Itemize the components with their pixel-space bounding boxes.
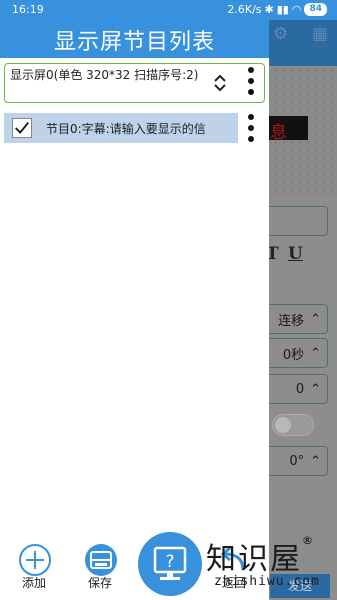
- bg-mode-select[interactable]: 连移 ⌃: [262, 304, 328, 334]
- bg-led-preview-text: 息: [270, 123, 287, 143]
- registered-mark: ®: [302, 534, 313, 547]
- wifi-icon: ◠: [291, 3, 302, 16]
- watermark-url: zhishiwu.com: [214, 574, 320, 589]
- save-label: 保存: [87, 576, 112, 590]
- bg-duration-value: 0秒: [282, 347, 305, 363]
- screen-list-item[interactable]: 显示屏0(单色 320*32 扫描序号:2): [4, 63, 265, 103]
- program-more-menu-icon[interactable]: [246, 114, 256, 142]
- underline-icon[interactable]: U: [288, 244, 303, 264]
- checkmark-icon: [15, 122, 29, 134]
- signal-icon: ▮▮: [276, 3, 289, 16]
- bg-toggle-switch[interactable]: [272, 414, 314, 436]
- program-list-item[interactable]: 节目0:字幕:请输入要显示的信: [4, 113, 238, 143]
- program-checkbox[interactable]: [12, 118, 32, 138]
- add-label: 添加: [21, 576, 46, 590]
- svg-text:?: ?: [165, 552, 174, 572]
- bg-number-select[interactable]: 0 ⌃: [262, 374, 328, 404]
- updown-icon: ⌃: [310, 345, 321, 361]
- network-speed: 2.6K/s: [227, 3, 262, 16]
- bluetooth-icon: ✱: [264, 3, 274, 16]
- zhishiwu-watermark: 知识屋® zhishiwu.com: [206, 534, 319, 589]
- watermark-logo-text: 知识屋: [206, 542, 302, 577]
- help-monitor-icon: ?: [153, 546, 187, 580]
- bg-number-value: 0: [295, 381, 305, 397]
- status-time: 16:19: [12, 3, 44, 16]
- bg-text-field[interactable]: [262, 206, 328, 236]
- updown-icon: ⌃: [310, 453, 321, 469]
- bg-mode-value: 连移: [278, 313, 305, 329]
- screen-more-menu-icon[interactable]: [246, 67, 256, 95]
- screen-item-label: 显示屏0(单色 320*32 扫描序号:2): [10, 68, 199, 82]
- bg-angle-value: 0°: [289, 453, 305, 469]
- settings-gear-icon[interactable]: ⚙: [273, 24, 288, 44]
- program-item-label: 节目0:字幕:请输入要显示的信: [46, 122, 206, 136]
- bg-angle-select[interactable]: 0° ⌃: [262, 446, 328, 476]
- grid-icon[interactable]: ▦: [312, 24, 328, 44]
- drawer-title: 显示屏节目列表: [53, 30, 215, 55]
- expand-collapse-icon[interactable]: [211, 73, 229, 93]
- help-button[interactable]: ?: [138, 532, 202, 596]
- status-bar: 16:19 2.6K/s ✱ ▮▮ ◠ 84: [0, 0, 337, 20]
- updown-icon: ⌃: [310, 381, 321, 397]
- program-list-drawer: 显示屏节目列表 显示屏0(单色 320*32 扫描序号:2) 节目0:字幕:请输…: [0, 0, 269, 600]
- status-icons: 2.6K/s ✱ ▮▮ ◠ 84: [227, 3, 327, 16]
- bg-duration-select[interactable]: 0秒 ⌃: [262, 338, 328, 368]
- updown-icon: ⌃: [310, 311, 321, 327]
- battery-icon: 84: [304, 3, 327, 16]
